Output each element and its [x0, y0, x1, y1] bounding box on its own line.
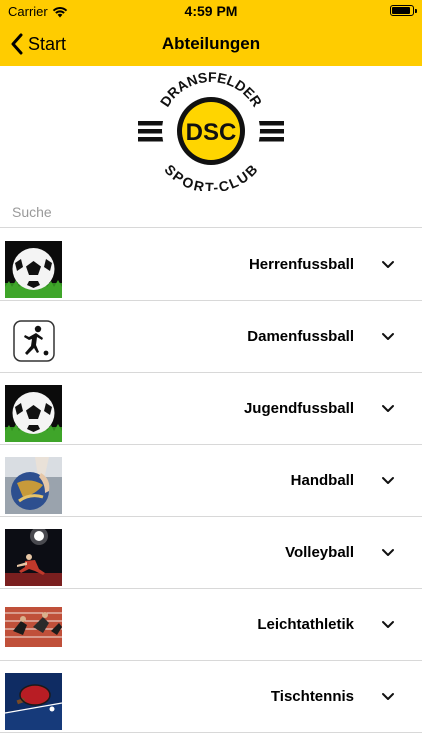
department-label: Leichtathletik [257, 616, 354, 633]
department-row-volleyball[interactable]: Volleyball [0, 517, 422, 589]
chevron-down-icon[interactable] [381, 690, 395, 704]
soccer-player-pictogram-image [5, 313, 62, 370]
volleyball-image [5, 529, 62, 586]
back-button-label: Start [28, 33, 67, 54]
handball-image [5, 457, 62, 514]
department-label: Handball [290, 472, 354, 489]
department-label: Jugendfussball [243, 400, 354, 417]
department-label: Damenfussball [247, 328, 354, 345]
battery-icon [390, 5, 417, 16]
department-row-herrenfussball[interactable]: Herrenfussball [0, 229, 422, 301]
chevron-down-icon[interactable] [381, 546, 395, 560]
back-button[interactable]: Start [10, 22, 66, 66]
chevron-down-icon[interactable] [381, 618, 395, 632]
chevron-left-icon [11, 33, 23, 55]
athletics-track-image [5, 601, 62, 658]
department-list: Herrenfussball Damenfussball Jugendfussb… [0, 229, 422, 733]
department-label: Volleyball [285, 544, 354, 561]
navigation-bar: Start Abteilungen [0, 22, 422, 66]
chevron-down-icon[interactable] [381, 474, 395, 488]
department-row-damenfussball[interactable]: Damenfussball [0, 301, 422, 373]
department-row-jugendfussball[interactable]: Jugendfussball [0, 373, 422, 445]
soccer-ball-image [5, 241, 62, 298]
chevron-down-icon[interactable] [381, 258, 395, 272]
club-logo: DRANSFELDER DSC SPORT-CLUB [138, 69, 284, 191]
battery-level [392, 7, 410, 14]
status-time: 4:59 PM [184, 3, 238, 19]
department-row-tischtennis[interactable]: Tischtennis [0, 661, 422, 733]
chevron-down-icon[interactable] [381, 330, 395, 344]
department-row-handball[interactable]: Handball [0, 445, 422, 517]
soccer-ball-image [5, 385, 62, 442]
department-label: Tischtennis [270, 688, 354, 705]
table-tennis-paddle-image [5, 673, 62, 730]
search-input[interactable] [12, 202, 392, 222]
department-row-leichtathletik[interactable]: Leichtathletik [0, 589, 422, 661]
chevron-down-icon[interactable] [381, 402, 395, 416]
club-logo-area: DRANSFELDER DSC SPORT-CLUB [0, 66, 422, 194]
logo-monogram: DSC [186, 119, 237, 146]
status-bar: Carrier 4:59 PM [0, 0, 422, 22]
department-label: Herrenfussball [248, 256, 354, 273]
search-bar [0, 196, 422, 228]
